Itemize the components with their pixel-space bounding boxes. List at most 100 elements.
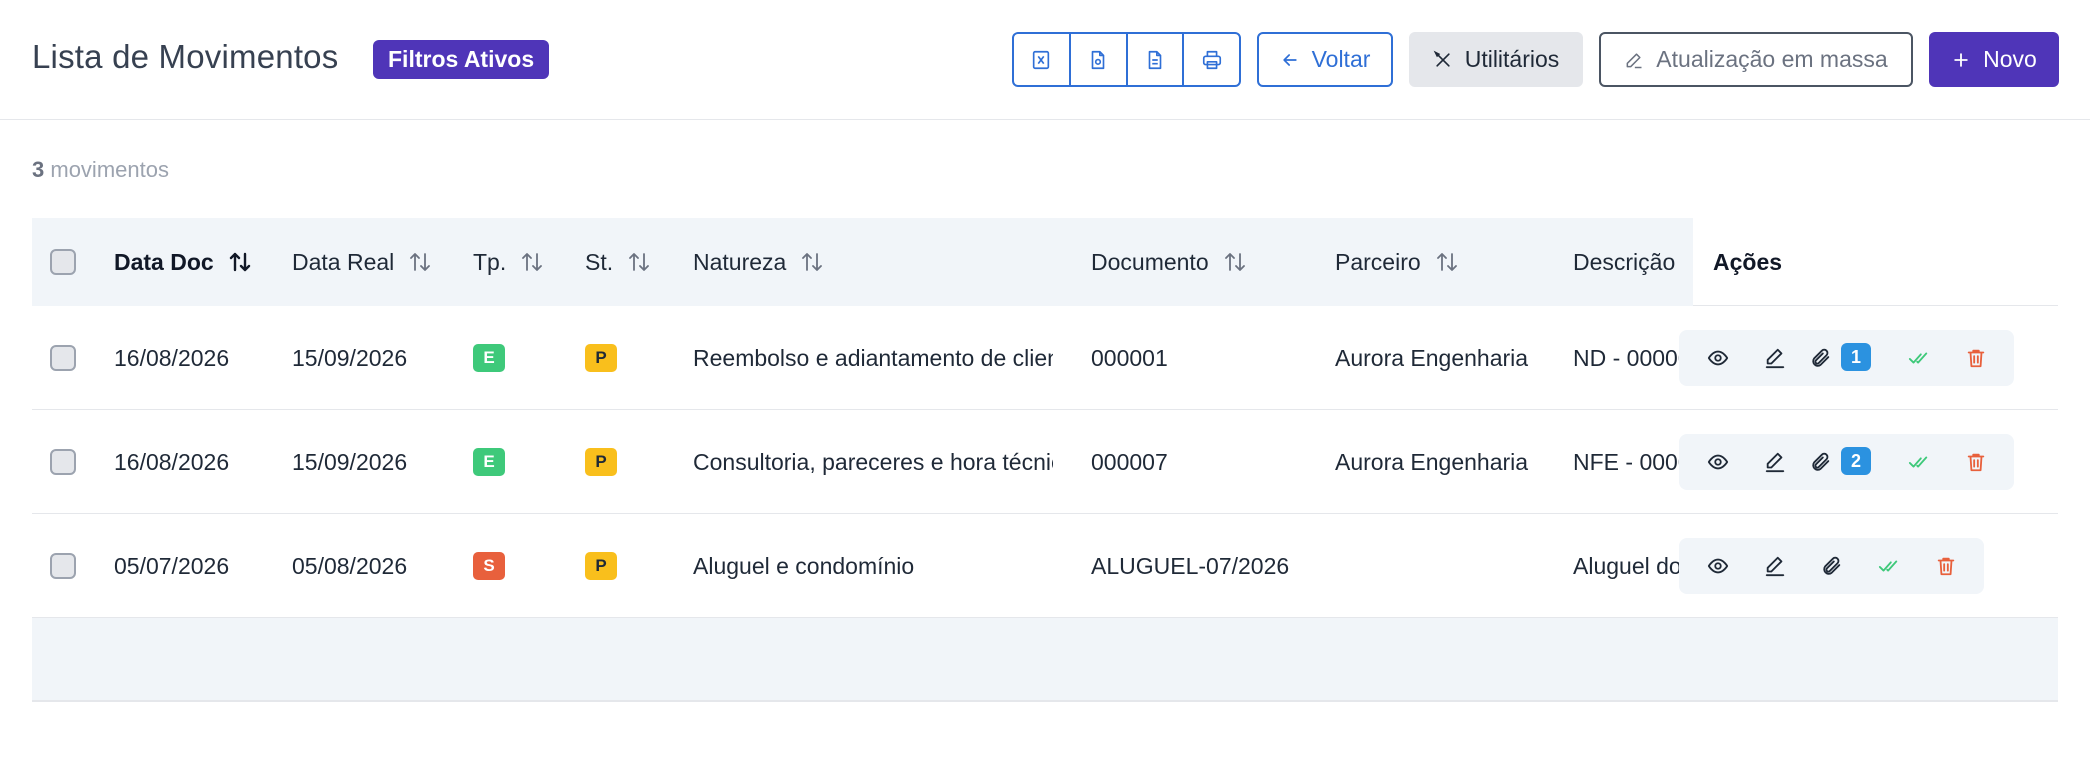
column-header-label: Ações xyxy=(1713,248,1783,275)
double-check-icon xyxy=(1878,560,1897,572)
attachments-button[interactable] xyxy=(1803,538,1860,594)
cell-data-real: 15/09/2026 xyxy=(292,448,408,475)
export-document-button[interactable] xyxy=(1128,34,1185,85)
column-header-label: Data Real xyxy=(292,248,395,275)
view-button[interactable] xyxy=(1689,434,1746,490)
confirm-button[interactable] xyxy=(1860,538,1917,594)
row-actions: 2 xyxy=(1679,434,2014,490)
column-header-documento[interactable]: Documento xyxy=(1091,218,1247,306)
cell-parceiro: Aurora Engenharia xyxy=(1335,448,1529,475)
export-pdf-button[interactable] xyxy=(1071,34,1128,85)
table-row[interactable]: 16/08/2026 15/09/2026 E P Consultoria, p… xyxy=(32,410,2058,514)
confirm-button[interactable] xyxy=(1890,434,1947,490)
column-header-parceiro[interactable]: Parceiro xyxy=(1335,218,1459,306)
cell-data-doc: 16/08/2026 xyxy=(114,448,230,475)
cell-parceiro xyxy=(1335,514,1565,618)
column-header-descricao[interactable]: Descrição xyxy=(1573,218,1693,306)
eye-icon xyxy=(1707,350,1728,366)
status-tag: P xyxy=(585,344,617,372)
cell-natureza: Aluguel e condomínio xyxy=(693,552,915,579)
printer-icon xyxy=(1202,50,1221,69)
edit-icon xyxy=(1765,348,1784,369)
pencil-icon xyxy=(1626,52,1642,68)
column-header-label: St. xyxy=(585,248,614,275)
confirm-button[interactable] xyxy=(1890,330,1947,386)
eye-icon xyxy=(1707,454,1728,470)
attachment-count-badge: 2 xyxy=(1841,447,1871,475)
trash-icon xyxy=(1967,453,1984,472)
mass-update-button[interactable]: Atualização em massa xyxy=(1599,32,1913,87)
cell-data-doc: 05/07/2026 xyxy=(114,552,230,579)
export-button-group xyxy=(1012,32,1241,87)
table-row[interactable]: 05/07/2026 05/08/2026 S P Aluguel e cond… xyxy=(32,514,2058,618)
mass-update-button-label: Atualização em massa xyxy=(1656,46,1888,72)
column-header-label: Data Doc xyxy=(114,248,214,275)
utilities-button[interactable]: Utilitários xyxy=(1409,32,1583,87)
records-count-number: 3 xyxy=(32,157,45,182)
type-tag: S xyxy=(473,552,505,580)
cell-data-real: 15/09/2026 xyxy=(292,344,408,371)
pdf-file-icon xyxy=(1091,50,1105,69)
cell-data-real: 05/08/2026 xyxy=(292,552,408,579)
attachments-button[interactable]: 2 xyxy=(1803,434,1890,490)
delete-button[interactable] xyxy=(1947,434,2004,490)
sort-icon xyxy=(522,253,543,271)
delete-button[interactable] xyxy=(1917,538,1974,594)
trash-icon xyxy=(1967,349,1984,368)
row-checkbox[interactable] xyxy=(50,449,76,475)
column-header-label: Documento xyxy=(1091,248,1209,275)
column-header-data-doc[interactable]: Data Doc xyxy=(114,218,252,306)
view-button[interactable] xyxy=(1689,538,1746,594)
sort-icon xyxy=(1436,253,1457,271)
row-actions xyxy=(1679,538,1984,594)
cell-descricao: ND - 000001 xyxy=(1573,344,1693,371)
row-actions: 1 xyxy=(1679,330,2014,386)
cell-descricao: NFE - 000007 xyxy=(1573,448,1693,475)
row-checkbox[interactable] xyxy=(50,345,76,371)
sort-icon xyxy=(802,253,823,271)
arrow-left-icon xyxy=(1282,53,1297,66)
back-button[interactable]: Voltar xyxy=(1257,32,1393,87)
plus-icon xyxy=(1954,52,1968,67)
cell-parceiro: Aurora Engenharia xyxy=(1335,344,1529,371)
status-tag: P xyxy=(585,552,617,580)
column-header-data-real[interactable]: Data Real xyxy=(292,218,432,306)
page-header: Lista de Movimentos Filtros Ativos Volta… xyxy=(0,0,2090,120)
active-filters-badge[interactable]: Filtros Ativos xyxy=(373,40,550,79)
column-header-natureza[interactable]: Natureza xyxy=(693,218,824,306)
trash-icon xyxy=(1937,557,1954,576)
sort-icon xyxy=(1224,253,1245,271)
column-header-label: Descrição xyxy=(1573,248,1676,275)
edit-button[interactable] xyxy=(1746,434,1803,490)
attachments-button[interactable]: 1 xyxy=(1803,330,1890,386)
cell-descricao: Aluguel do xyxy=(1573,552,1682,579)
paperclip-icon xyxy=(1822,556,1840,575)
table-header: Data Doc Data Real Tp. St. Natureza Docu… xyxy=(32,218,2058,306)
excel-file-icon xyxy=(1033,50,1050,69)
records-count-label: movimentos xyxy=(50,157,169,182)
records-count: 3 movimentos xyxy=(32,157,169,183)
cell-status: P xyxy=(585,306,685,410)
edit-button[interactable] xyxy=(1746,330,1803,386)
export-excel-button[interactable] xyxy=(1014,34,1071,85)
tools-icon xyxy=(1433,50,1450,67)
double-check-icon xyxy=(1908,456,1927,468)
table-row[interactable]: 16/08/2026 15/09/2026 E P Reembolso e ad… xyxy=(32,306,2058,410)
new-button[interactable]: Novo xyxy=(1929,32,2059,87)
print-button[interactable] xyxy=(1184,34,1239,85)
double-check-icon xyxy=(1908,352,1927,364)
delete-button[interactable] xyxy=(1947,330,2004,386)
row-checkbox[interactable] xyxy=(50,553,76,579)
column-header-tipo[interactable]: Tp. xyxy=(473,218,544,306)
cell-documento: 000007 xyxy=(1091,448,1168,475)
column-header-status[interactable]: St. xyxy=(585,218,651,306)
cell-status: P xyxy=(585,410,685,514)
select-all-checkbox[interactable] xyxy=(50,249,76,275)
back-button-label: Voltar xyxy=(1311,46,1371,72)
new-button-label: Novo xyxy=(1983,46,2037,72)
utilities-button-label: Utilitários xyxy=(1464,46,1560,72)
view-button[interactable] xyxy=(1689,330,1746,386)
edit-icon xyxy=(1765,452,1784,473)
edit-button[interactable] xyxy=(1746,538,1803,594)
page-title: Lista de Movimentos xyxy=(32,38,339,75)
